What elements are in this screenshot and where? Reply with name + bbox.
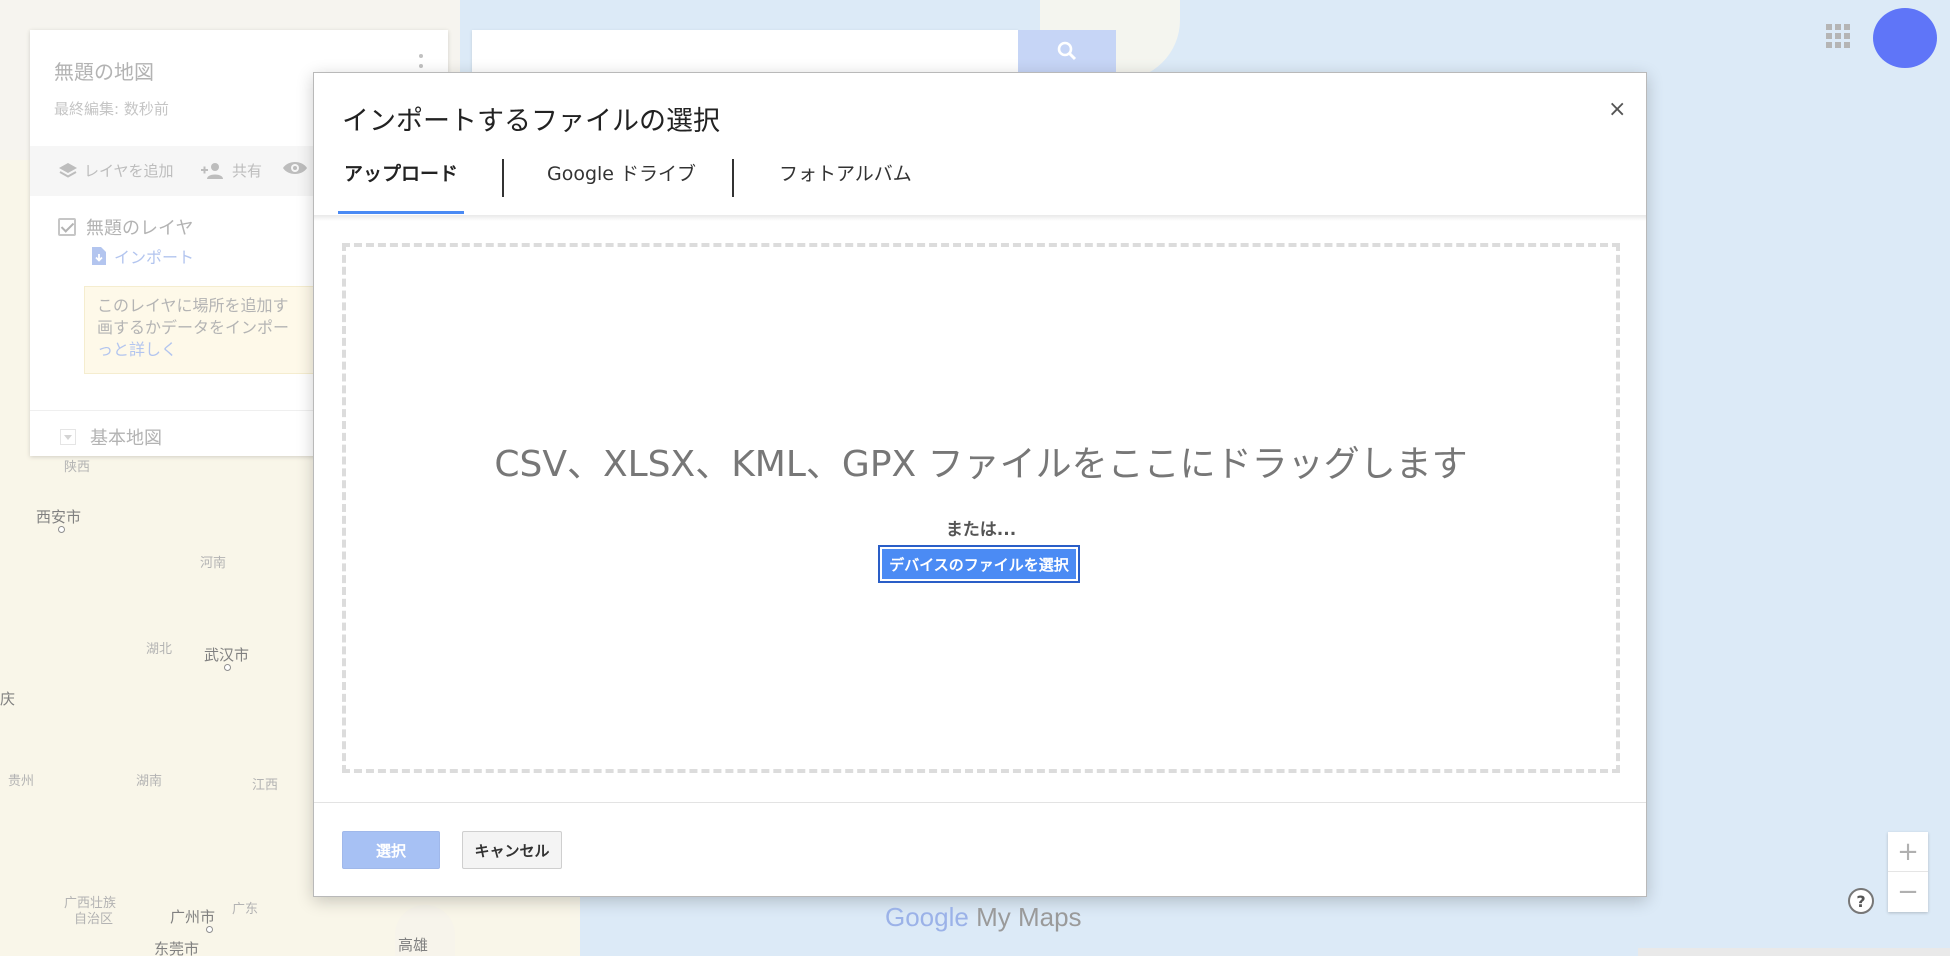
active-tab-indicator <box>338 211 464 214</box>
tab-photo-album[interactable]: フォトアルバム <box>779 159 912 200</box>
tab-separator <box>502 159 504 197</box>
tab-separator <box>732 159 734 197</box>
file-drop-zone[interactable]: CSV、XLSX、KML、GPX ファイルをここにドラッグします または... … <box>342 243 1620 773</box>
import-file-dialog: インポートするファイルの選択 × アップロード Google ドライブ フォトア… <box>313 72 1647 897</box>
zoom-control: + − <box>1888 832 1928 912</box>
close-icon[interactable]: × <box>1608 99 1626 121</box>
tabs-divider <box>314 215 1646 221</box>
tab-google-drive[interactable]: Google ドライブ <box>547 159 696 200</box>
tab-upload[interactable]: アップロード <box>344 159 458 200</box>
dialog-title: インポートするファイルの選択 <box>342 106 720 137</box>
google-my-maps-logo: Google My Maps <box>885 902 1082 932</box>
select-button[interactable]: 選択 <box>342 831 440 869</box>
zoom-out-button[interactable]: − <box>1888 872 1928 912</box>
drop-instructions: CSV、XLSX、KML、GPX ファイルをここにドラッグします <box>494 444 1468 485</box>
help-icon[interactable]: ? <box>1848 888 1874 914</box>
cancel-button[interactable]: キャンセル <box>462 831 562 869</box>
or-text: または... <box>945 520 1017 540</box>
zoom-in-button[interactable]: + <box>1888 832 1928 872</box>
select-from-device-button[interactable]: デバイスのファイルを選択 <box>878 545 1080 583</box>
footer-divider <box>314 802 1646 803</box>
map-attribution[interactable] <box>1638 948 1950 956</box>
